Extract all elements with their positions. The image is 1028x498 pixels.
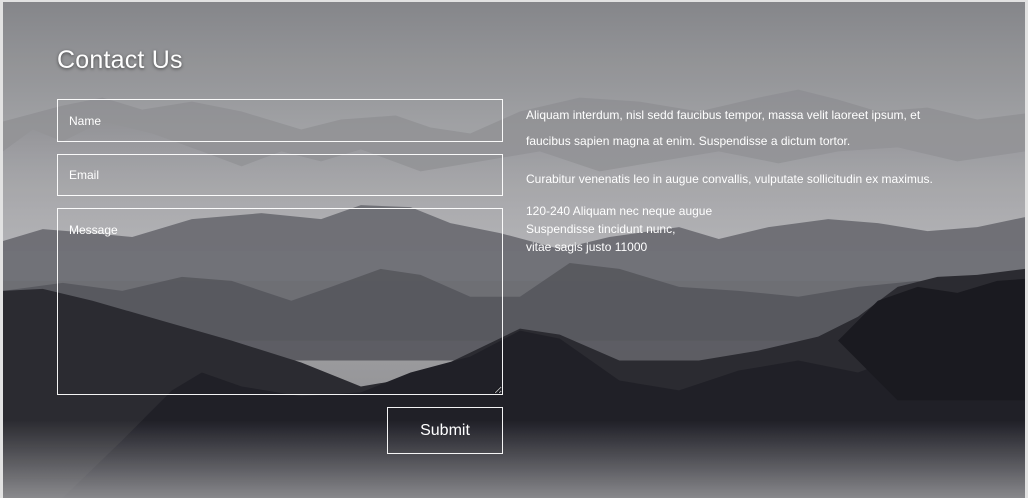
address-line: Suspendisse tincidunt nunc, [526, 222, 676, 236]
info-paragraph: Curabitur venenatis leo in augue convall… [526, 172, 933, 186]
info-paragraph: Aliquam interdum, nisl sedd faucibus tem… [526, 108, 921, 148]
name-input[interactable] [57, 99, 503, 142]
submit-button[interactable]: Submit [387, 407, 503, 454]
contact-section: Contact Us Submit Aliquam interdum, nisl… [0, 0, 1028, 498]
message-textarea[interactable] [57, 208, 503, 395]
address-line: vitae sagis justo 11000 [526, 240, 648, 254]
contact-info: Aliquam interdum, nisl sedd faucibus tem… [526, 102, 966, 256]
page-title: Contact Us [57, 46, 183, 74]
email-input[interactable] [57, 154, 503, 196]
contact-content: Contact Us Submit Aliquam interdum, nisl… [3, 2, 1025, 498]
address: 120-240 Aliquam nec neque augue Suspendi… [526, 202, 966, 256]
address-line: 120-240 Aliquam nec neque augue [526, 204, 713, 218]
